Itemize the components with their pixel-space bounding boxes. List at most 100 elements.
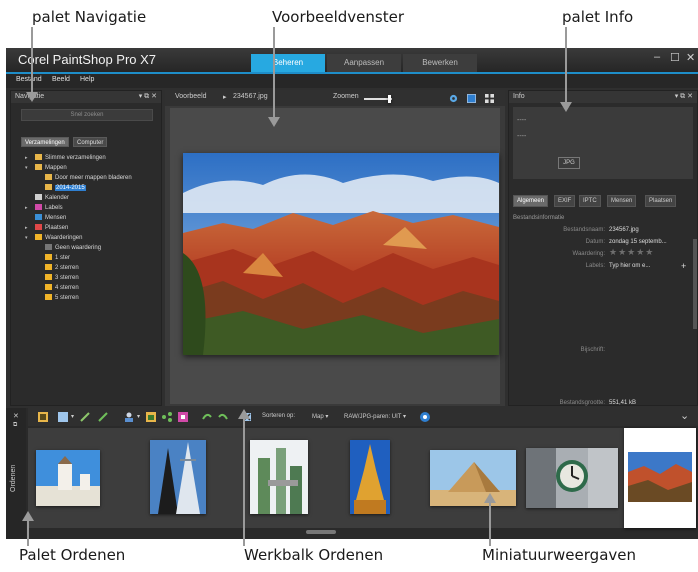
rotate-icon[interactable] bbox=[449, 94, 458, 103]
preview-window: Voorbeeld ▸ 234567.jpg Zoomen bbox=[165, 90, 505, 406]
info-header-controls[interactable]: ▾ ⧉ ✕ bbox=[675, 91, 693, 103]
nav-header-controls[interactable]: ▾ ⧉ ✕ bbox=[139, 91, 157, 103]
help-icon[interactable] bbox=[420, 412, 430, 422]
thumbnail-pyramid[interactable] bbox=[430, 450, 516, 506]
info-palette: Info ▾ ⧉ ✕ ---- ---- JPG Algemeen EXIF I… bbox=[508, 90, 698, 406]
tab-computer[interactable]: Computer bbox=[73, 137, 108, 147]
info-scrollbar[interactable] bbox=[693, 239, 697, 329]
preview-filename: 234567.jpg bbox=[233, 93, 268, 100]
rotate-right-icon[interactable] bbox=[218, 412, 228, 422]
rotate-left-icon[interactable] bbox=[202, 412, 212, 422]
tree-calendar[interactable]: Kalender bbox=[35, 194, 69, 204]
tab-mensen[interactable]: Mensen bbox=[607, 195, 637, 207]
thumbnail-industrial[interactable] bbox=[250, 440, 308, 514]
sort-select[interactable]: Map ▾ bbox=[312, 413, 328, 420]
paintshop-window: Corel PaintShop Pro X7 Beheren Aanpassen… bbox=[6, 48, 698, 539]
star-icon bbox=[45, 274, 52, 280]
dropdown-arrow[interactable]: ▾ bbox=[137, 413, 140, 420]
star-icon bbox=[45, 254, 52, 260]
grid-view-icon[interactable] bbox=[485, 94, 494, 103]
single-view-icon[interactable] bbox=[467, 94, 476, 103]
maximize-button[interactable]: ☐ bbox=[670, 51, 680, 64]
expand-icon[interactable]: ▸ bbox=[25, 205, 28, 211]
tree-4-stars[interactable]: 4 sterren bbox=[45, 284, 79, 294]
tab-algemeen[interactable]: Algemeen bbox=[513, 195, 549, 207]
tree-5-stars[interactable]: 5 sterren bbox=[45, 294, 79, 304]
tree-ratings[interactable]: Waarderingen bbox=[35, 234, 82, 244]
tree-no-rating[interactable]: Geen waardering bbox=[45, 244, 101, 254]
tree-places[interactable]: Plaatsen bbox=[35, 224, 68, 234]
collapse-chevron-icon[interactable]: ⌄ bbox=[680, 409, 689, 422]
rating-stars[interactable]: ★★★★★ bbox=[609, 247, 654, 258]
thumbnail-pagoda[interactable] bbox=[350, 440, 390, 514]
tab-plaatsen[interactable]: Plaatsen bbox=[645, 195, 677, 207]
tree-folders[interactable]: Mappen bbox=[35, 164, 67, 174]
thumbnail-windmills[interactable] bbox=[36, 450, 100, 506]
star-outline-icon bbox=[45, 244, 52, 250]
callout-navigation-palette: palet Navigatie bbox=[32, 8, 147, 26]
retouch-icon[interactable] bbox=[98, 412, 108, 422]
add-label-button[interactable]: + bbox=[681, 261, 686, 271]
app-title: Corel PaintShop Pro X7 bbox=[18, 52, 157, 67]
expand-icon[interactable]: ▸ bbox=[25, 225, 28, 231]
people-icon[interactable] bbox=[124, 412, 134, 422]
share-icon[interactable] bbox=[162, 412, 172, 422]
tree-3-stars[interactable]: 3 sterren bbox=[45, 274, 79, 284]
tab-iptc[interactable]: IPTC bbox=[579, 195, 601, 207]
tab-bewerken[interactable]: Bewerken bbox=[403, 54, 477, 72]
filesize-label: Bestandsgrootte: bbox=[559, 400, 605, 406]
smart-collection-icon bbox=[35, 154, 42, 160]
tree-folder-2014-2015[interactable]: 2014-2015 bbox=[45, 184, 86, 194]
dropdown-arrow[interactable]: ▾ bbox=[71, 413, 74, 420]
raw-jpg-pairs-select[interactable]: RAW/JPG-paren: UIT ▾ bbox=[344, 413, 406, 420]
minimize-button[interactable]: – bbox=[654, 51, 660, 63]
tab-beheren[interactable]: Beheren bbox=[251, 54, 325, 72]
callout-info-palette: palet Info bbox=[562, 8, 634, 26]
menu-bestand[interactable]: Bestand bbox=[16, 76, 42, 83]
tree-smart-collections[interactable]: Slimme verzamelingen bbox=[35, 154, 106, 164]
tree-labels[interactable]: Labels bbox=[35, 204, 63, 214]
info-dash: ---- bbox=[517, 133, 527, 140]
calendar-icon bbox=[35, 194, 42, 200]
date-label: Datum: bbox=[585, 239, 605, 245]
pin-icon[interactable]: ⧉ bbox=[13, 422, 17, 429]
info-panel-icon[interactable] bbox=[58, 412, 68, 422]
menu-beeld[interactable]: Beeld bbox=[52, 76, 70, 83]
collapse-icon[interactable]: ▾ bbox=[25, 235, 28, 241]
zoom-slider[interactable] bbox=[364, 95, 392, 103]
collapse-icon[interactable]: ▾ bbox=[25, 165, 28, 171]
zoom-slider-thumb[interactable] bbox=[388, 95, 391, 103]
info-title: Info bbox=[513, 93, 525, 100]
menu-help[interactable]: Help bbox=[80, 76, 94, 83]
caption-label: Bijschrift: bbox=[580, 347, 605, 353]
labels-input[interactable]: Typ hier om e... bbox=[609, 263, 650, 269]
tree-browse-folders[interactable]: Door meer mappen bladeren bbox=[45, 174, 132, 184]
close-button[interactable]: ✕ bbox=[686, 51, 695, 64]
map-icon[interactable] bbox=[146, 412, 156, 422]
info-camera-panel: ---- ---- JPG bbox=[513, 107, 693, 179]
callout-line-organizer bbox=[27, 520, 29, 546]
tab-exif[interactable]: EXIF bbox=[554, 195, 576, 207]
thumbnail-scrollbar[interactable] bbox=[306, 530, 336, 534]
organizer-palette: ✕ ⧉ Ordenen ▾ ▾ Sorteren op: Map ▾ RAW/J… bbox=[6, 408, 698, 539]
tree-people[interactable]: Mensen bbox=[35, 214, 66, 224]
navigation-palette: Navigatie ▾ ⧉ ✕ Snel zoeken Verzamelinge… bbox=[10, 90, 162, 406]
callout-arrow-organizer bbox=[22, 511, 34, 521]
thumbnail-skyscraper[interactable] bbox=[150, 440, 206, 514]
close-icon[interactable]: ✕ bbox=[13, 412, 19, 420]
tree-1-star[interactable]: 1 ster bbox=[45, 254, 70, 264]
tree-2-stars[interactable]: 2 sterren bbox=[45, 264, 79, 274]
callout-preview-window: Voorbeeldvenster bbox=[272, 8, 404, 26]
edit-icon[interactable] bbox=[80, 412, 90, 422]
preview-image[interactable] bbox=[183, 153, 499, 355]
expand-icon[interactable]: ▸ bbox=[25, 155, 28, 161]
thumbnail-grand-canyon-selected[interactable] bbox=[624, 428, 696, 528]
compare-icon[interactable] bbox=[178, 412, 188, 422]
toggle-select-icon[interactable] bbox=[38, 412, 48, 422]
thumbnail-clock[interactable] bbox=[526, 448, 618, 508]
tab-aanpassen[interactable]: Aanpassen bbox=[327, 54, 401, 72]
preview-dropdown-arrow[interactable]: ▸ bbox=[223, 93, 227, 101]
tab-verzamelingen[interactable]: Verzamelingen bbox=[21, 137, 69, 147]
star-icon bbox=[45, 264, 52, 270]
quick-search-input[interactable]: Snel zoeken bbox=[21, 109, 153, 121]
